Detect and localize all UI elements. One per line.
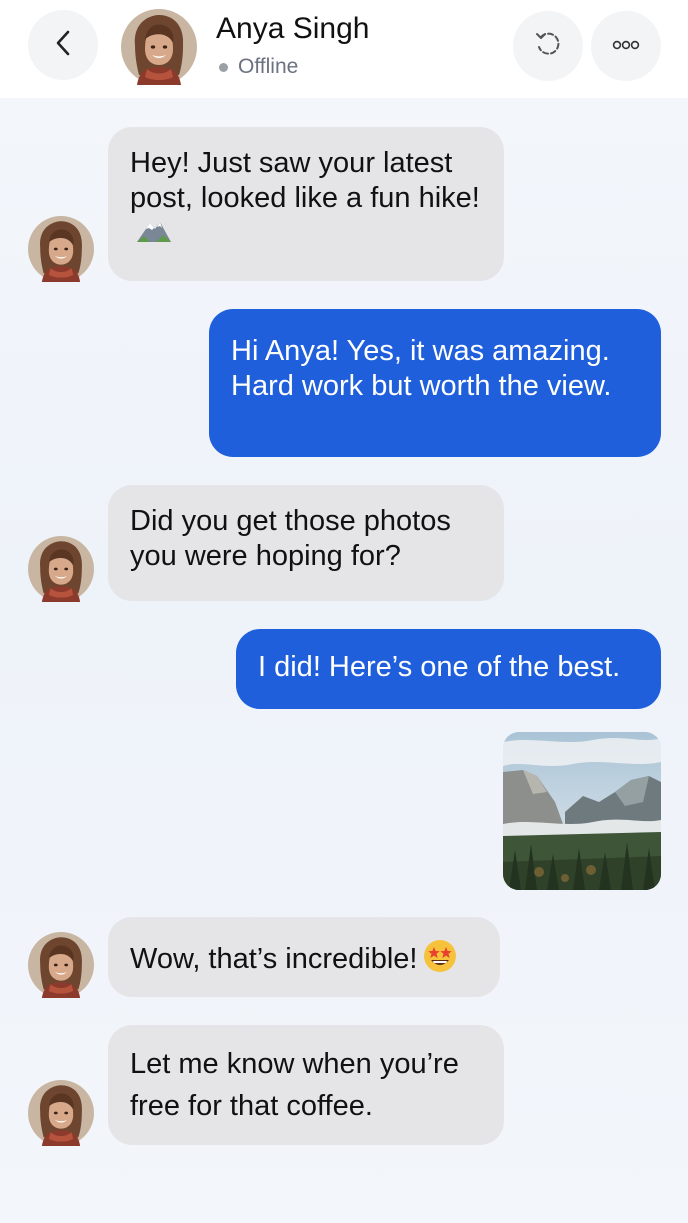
- star-struck-emoji-icon: [423, 939, 457, 982]
- refresh-icon: [532, 28, 564, 65]
- outgoing-message[interactable]: I did! Here’s one of the best.: [236, 629, 661, 709]
- sender-avatar[interactable]: [28, 536, 94, 602]
- outgoing-message[interactable]: Hi Anya! Yes, it was amazing. Hard work …: [209, 309, 661, 457]
- sender-avatar[interactable]: [28, 1080, 94, 1146]
- back-button[interactable]: [28, 10, 98, 80]
- contact-name: Anya Singh: [216, 12, 370, 45]
- incoming-message[interactable]: Did you get those photos you were hoping…: [108, 485, 504, 601]
- message-text: Hey! Just saw your latest post, looked l…: [130, 147, 480, 214]
- status-dot: [219, 63, 228, 72]
- chevron-left-icon: [53, 28, 73, 63]
- message-text: I did! Here’s one of the best.: [258, 651, 621, 683]
- contact-status: Offline: [238, 55, 299, 78]
- message-text: Wow, that’s incredible!: [130, 943, 418, 976]
- more-icon: [612, 37, 640, 55]
- more-button[interactable]: [591, 11, 661, 81]
- shared-photo[interactable]: [503, 732, 661, 890]
- sender-avatar[interactable]: [28, 932, 94, 998]
- sender-avatar[interactable]: [28, 216, 94, 282]
- incoming-message[interactable]: Let me know when you’re free for that co…: [108, 1025, 504, 1145]
- message-text: Hi Anya! Yes, it was amazing. Hard work …: [231, 335, 612, 402]
- contact-avatar[interactable]: [121, 9, 197, 85]
- message-text: Let me know when you’re free for that co…: [130, 1048, 459, 1122]
- message-text: Did you get those photos you were hoping…: [130, 505, 451, 572]
- incoming-message[interactable]: Wow, that’s incredible!: [108, 917, 500, 997]
- refresh-button[interactable]: [513, 11, 583, 81]
- mountain-emoji-icon: [136, 217, 172, 252]
- incoming-message[interactable]: Hey! Just saw your latest post, looked l…: [108, 127, 504, 281]
- landscape-photo-image: [503, 732, 661, 890]
